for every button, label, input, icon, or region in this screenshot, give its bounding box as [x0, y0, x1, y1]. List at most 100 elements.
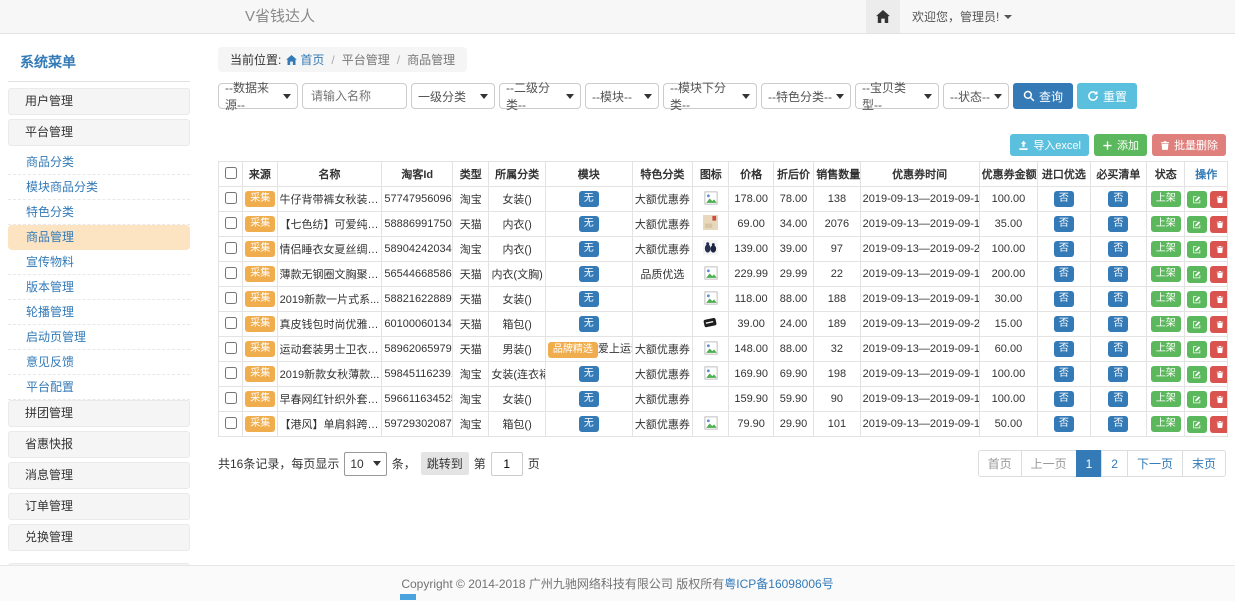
delete-button[interactable] — [1210, 391, 1227, 408]
row-checkbox[interactable] — [225, 217, 237, 229]
module-none-badge[interactable]: 无 — [579, 241, 599, 257]
edit-button[interactable] — [1187, 316, 1207, 333]
breadcrumb-home-link[interactable]: 首页 — [286, 51, 324, 68]
sidebar-subitem-active[interactable]: 商品管理 — [8, 225, 190, 250]
jump-button[interactable]: 跳转到 — [421, 452, 469, 475]
icp-link[interactable]: 粤ICP备16098006号 — [724, 575, 833, 592]
pagination-btn-上一页[interactable]: 上一页 — [1021, 450, 1077, 477]
data-source-select[interactable]: --数据来源-- — [218, 83, 298, 109]
module-none-badge[interactable]: 无 — [579, 291, 599, 307]
row-checkbox[interactable] — [225, 317, 237, 329]
must-buy-toggle[interactable]: 否 — [1108, 191, 1128, 207]
edit-button[interactable] — [1187, 416, 1207, 433]
row-checkbox[interactable] — [225, 292, 237, 304]
import-pick-toggle[interactable]: 否 — [1054, 341, 1074, 357]
import-pick-toggle[interactable]: 否 — [1054, 216, 1074, 232]
must-buy-toggle[interactable]: 否 — [1108, 291, 1128, 307]
sidebar-group-14[interactable]: 消息管理 — [8, 462, 190, 489]
status-badge[interactable]: 上架 — [1151, 366, 1181, 382]
module-none-badge[interactable]: 无 — [579, 216, 599, 232]
delete-button[interactable] — [1210, 241, 1227, 258]
row-checkbox[interactable] — [225, 367, 237, 379]
pagination-btn-下一页[interactable]: 下一页 — [1127, 450, 1183, 477]
module-none-badge[interactable]: 无 — [579, 316, 599, 332]
edit-button[interactable] — [1187, 391, 1207, 408]
sidebar-subitem-11[interactable]: 平台配置 — [8, 375, 190, 400]
delete-button[interactable] — [1210, 216, 1227, 233]
jump-page-input[interactable] — [491, 452, 523, 476]
edit-button[interactable] — [1187, 191, 1207, 208]
row-checkbox[interactable] — [225, 417, 237, 429]
import-pick-toggle[interactable]: 否 — [1054, 391, 1074, 407]
import-pick-toggle[interactable]: 否 — [1054, 416, 1074, 432]
status-badge[interactable]: 上架 — [1151, 216, 1181, 232]
status-badge[interactable]: 上架 — [1151, 416, 1181, 432]
must-buy-toggle[interactable]: 否 — [1108, 341, 1128, 357]
edit-button[interactable] — [1187, 216, 1207, 233]
feature-category-select[interactable]: --特色分类-- — [761, 83, 851, 109]
status-badge[interactable]: 上架 — [1151, 316, 1181, 332]
pagination-btn-末页[interactable]: 末页 — [1182, 450, 1226, 477]
module-none-badge[interactable]: 无 — [579, 366, 599, 382]
import-pick-toggle[interactable]: 否 — [1054, 316, 1074, 332]
home-button[interactable] — [866, 0, 900, 33]
module-none-badge[interactable]: 无 — [579, 416, 599, 432]
must-buy-toggle[interactable]: 否 — [1108, 391, 1128, 407]
must-buy-toggle[interactable]: 否 — [1108, 416, 1128, 432]
sidebar-subitem-3[interactable]: 模块商品分类 — [8, 175, 190, 200]
item-type-select[interactable]: --宝贝类型-- — [855, 83, 939, 109]
reset-button[interactable]: 重置 — [1077, 83, 1137, 109]
import-pick-toggle[interactable]: 否 — [1054, 191, 1074, 207]
module-none-badge[interactable]: 无 — [579, 266, 599, 282]
sidebar-group-1[interactable]: 平台管理 — [8, 119, 190, 146]
delete-button[interactable] — [1210, 366, 1227, 383]
pagination-btn-1[interactable]: 1 — [1076, 450, 1103, 477]
module-none-badge[interactable]: 无 — [579, 391, 599, 407]
add-button[interactable]: 添加 — [1094, 134, 1147, 156]
per-page-select[interactable]: 10 — [344, 452, 386, 476]
sidebar-subitem-10[interactable]: 意见反馈 — [8, 350, 190, 375]
level1-category-select[interactable]: 一级分类 — [411, 83, 495, 109]
user-menu[interactable]: 欢迎您，管理员! — [900, 8, 1024, 25]
import-pick-toggle[interactable]: 否 — [1054, 241, 1074, 257]
delete-button[interactable] — [1210, 341, 1227, 358]
sidebar-subitem-8[interactable]: 轮播管理 — [8, 300, 190, 325]
sidebar-subitem-9[interactable]: 启动页管理 — [8, 325, 190, 350]
delete-button[interactable] — [1210, 191, 1227, 208]
must-buy-toggle[interactable]: 否 — [1108, 216, 1128, 232]
module-sub-category-select[interactable]: --模块下分类-- — [663, 83, 757, 109]
edit-button[interactable] — [1187, 341, 1207, 358]
sidebar-subitem-7[interactable]: 版本管理 — [8, 275, 190, 300]
must-buy-toggle[interactable]: 否 — [1108, 366, 1128, 382]
import-excel-button[interactable]: 导入excel — [1010, 134, 1089, 156]
row-checkbox[interactable] — [225, 392, 237, 404]
delete-button[interactable] — [1210, 416, 1227, 433]
sidebar-subitem-4[interactable]: 特色分类 — [8, 200, 190, 225]
import-pick-toggle[interactable]: 否 — [1054, 266, 1074, 282]
sidebar-group-15[interactable]: 订单管理 — [8, 493, 190, 520]
sidebar-subitem-2[interactable]: 商品分类 — [8, 150, 190, 175]
row-checkbox[interactable] — [225, 242, 237, 254]
import-pick-toggle[interactable]: 否 — [1054, 291, 1074, 307]
status-badge[interactable]: 上架 — [1151, 191, 1181, 207]
sidebar-group-13[interactable]: 省惠快报 — [8, 431, 190, 458]
pagination-btn-2[interactable]: 2 — [1101, 450, 1128, 477]
pagination-btn-首页[interactable]: 首页 — [978, 450, 1022, 477]
sidebar-group-0[interactable]: 用户管理 — [8, 88, 190, 115]
select-all-checkbox[interactable] — [225, 167, 237, 179]
import-pick-toggle[interactable]: 否 — [1054, 366, 1074, 382]
row-checkbox[interactable] — [225, 192, 237, 204]
sidebar-group-12[interactable]: 拼团管理 — [8, 400, 190, 427]
edit-button[interactable] — [1187, 266, 1207, 283]
edit-button[interactable] — [1187, 291, 1207, 308]
batch-delete-button[interactable]: 批量删除 — [1152, 134, 1226, 156]
status-badge[interactable]: 上架 — [1151, 266, 1181, 282]
edit-button[interactable] — [1187, 366, 1207, 383]
status-badge[interactable]: 上架 — [1151, 341, 1181, 357]
delete-button[interactable] — [1210, 291, 1227, 308]
edit-button[interactable] — [1187, 241, 1207, 258]
sidebar-subitem-6[interactable]: 宣传物料 — [8, 250, 190, 275]
row-checkbox[interactable] — [225, 267, 237, 279]
module-select[interactable]: --模块-- — [585, 83, 659, 109]
row-checkbox[interactable] — [225, 342, 237, 354]
